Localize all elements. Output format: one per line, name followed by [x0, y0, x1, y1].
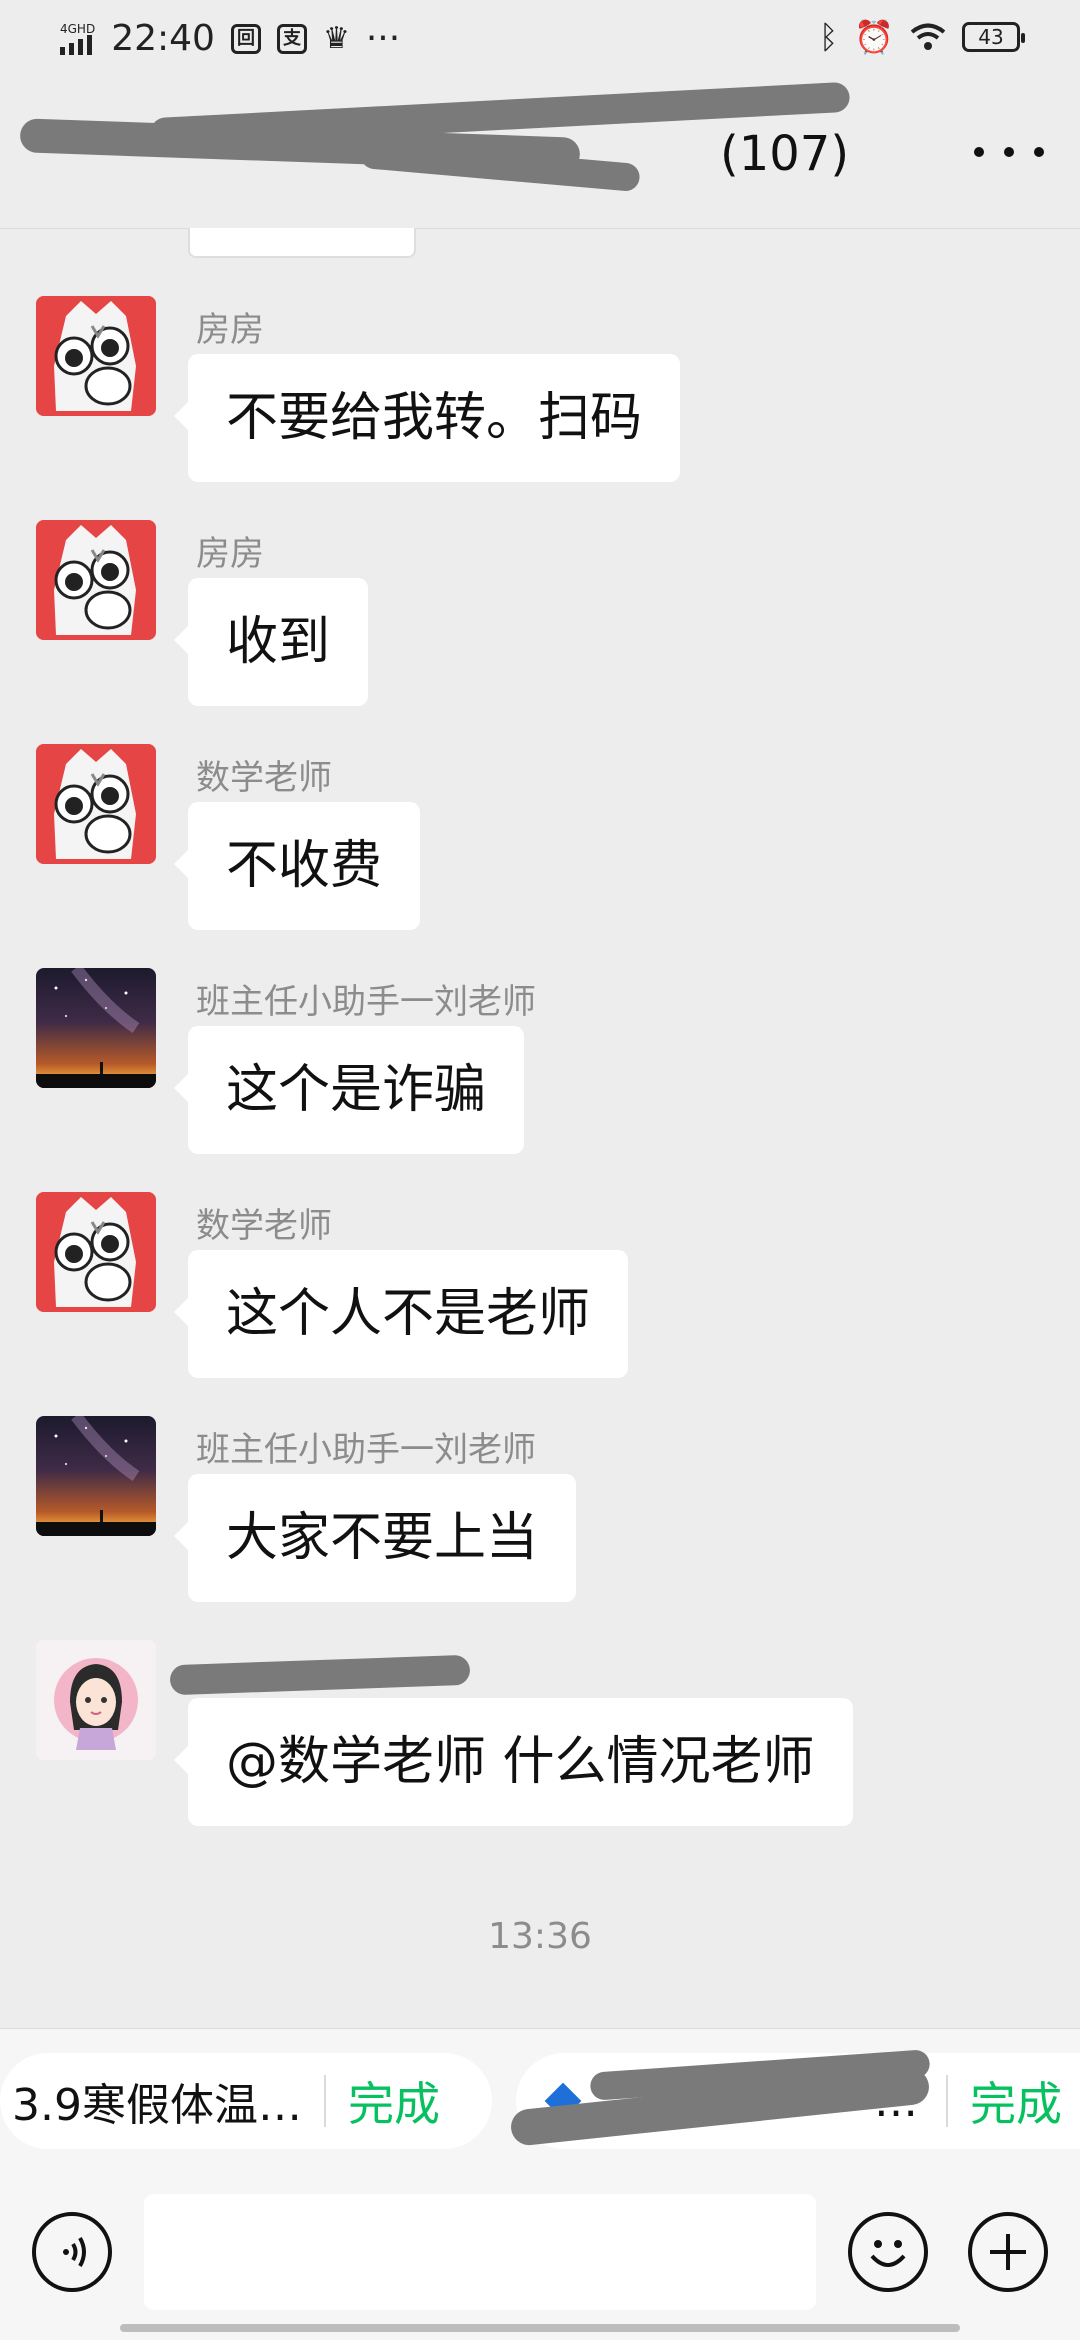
more-dots-icon: [1034, 147, 1044, 157]
chat-more-button[interactable]: [974, 132, 1044, 172]
voice-icon: [63, 2237, 86, 2267]
previous-message-card[interactable]: [188, 228, 416, 258]
crown-icon: ♛: [322, 21, 350, 56]
sender-name: 数学老师: [196, 758, 332, 798]
bluetooth-icon: ᛒ: [818, 18, 839, 56]
alarm-icon: ⏰: [854, 18, 894, 56]
avatar[interactable]: [36, 296, 156, 416]
sender-name: 数学老师: [196, 1206, 332, 1246]
emoji-button[interactable]: [848, 2212, 928, 2292]
girl-avatar-icon: [36, 1640, 156, 1760]
message-bubble[interactable]: 这个是诈骗: [173, 1026, 525, 1154]
emoji-icon: [870, 2240, 906, 2267]
more-dots-icon: [974, 147, 984, 157]
done-button[interactable]: 完成: [970, 2068, 1062, 2134]
cat-avatar-icon: [36, 744, 156, 864]
avatar[interactable]: [36, 1640, 156, 1760]
more-dots-icon: [1004, 147, 1014, 157]
home-indicator: [120, 2324, 960, 2332]
battery-level: 43: [978, 25, 1004, 49]
message-bubble[interactable]: 大家不要上当: [173, 1474, 577, 1602]
battery-icon: 43: [962, 22, 1025, 52]
member-count: (107): [720, 126, 850, 182]
voice-button[interactable]: [32, 2212, 112, 2292]
more-functions-button[interactable]: [968, 2212, 1048, 2292]
plus-icon: [990, 2234, 1026, 2270]
message-bubble[interactable]: @数学老师 什么情况老师: [174, 1698, 853, 1826]
avatar[interactable]: [36, 1192, 156, 1312]
message-bubble[interactable]: 不收费: [173, 802, 421, 930]
cat-avatar-icon: [36, 520, 156, 640]
chat-timestamp: 13:36: [488, 1916, 592, 1957]
message-bubble[interactable]: 收到: [173, 578, 369, 706]
redacted-sender: [169, 1654, 471, 1696]
avatar[interactable]: [36, 744, 156, 864]
chat-title-bar: (107): [0, 81, 1080, 229]
cat-avatar-icon: [36, 1192, 156, 1312]
wifi-icon: [910, 23, 946, 50]
status-bar: 4GHD 22:40 回 支 ♛ ··· ᛒ ⏰ 43: [0, 0, 1080, 88]
cat-avatar-icon: [36, 296, 156, 416]
quick-reply-strip: 3.9寒假体温… 完成 … 完成: [0, 2028, 1080, 2171]
message-bubble[interactable]: 不要给我转。扫码: [173, 354, 681, 482]
chat-input-bar: [0, 2170, 1080, 2340]
divider: [323, 2075, 326, 2127]
chat-message-list[interactable]: 房房 不要给我转。扫码 房房 收到 数学老师 不收费 班主任小助手一刘老师 这个…: [0, 228, 1080, 2028]
status-right: ᛒ ⏰ 43: [818, 18, 1025, 56]
avatar[interactable]: [36, 520, 156, 640]
sender-name: 房房: [196, 534, 264, 574]
avatar[interactable]: [36, 1416, 156, 1536]
night-sky-avatar-icon: [36, 968, 156, 1088]
status-time: 22:40: [111, 18, 215, 59]
more-notifications-icon: ···: [365, 18, 401, 59]
message-bubble[interactable]: 这个人不是老师: [173, 1250, 629, 1378]
quick-reply-text: 3.9寒假体温…: [12, 2080, 302, 2131]
app-notification-icon: 支: [276, 23, 307, 54]
status-left: 4GHD 22:40 回 支 ♛ ···: [60, 18, 400, 59]
night-sky-avatar-icon: [36, 1416, 156, 1536]
network-type: 4GHD: [60, 21, 96, 36]
avatar[interactable]: [36, 968, 156, 1088]
message-input[interactable]: [144, 2194, 816, 2310]
sender-name: 班主任小助手一刘老师: [196, 982, 536, 1022]
sender-name: 房房: [196, 310, 264, 350]
quick-reply-chip[interactable]: 3.9寒假体温… 完成: [0, 2053, 492, 2149]
done-button[interactable]: 完成: [348, 2068, 440, 2134]
signal-icon: 4GHD: [60, 23, 95, 55]
sender-name: 班主任小助手一刘老师: [196, 1430, 536, 1470]
divider: [946, 2075, 948, 2127]
app-notification-icon: 回: [230, 23, 261, 54]
